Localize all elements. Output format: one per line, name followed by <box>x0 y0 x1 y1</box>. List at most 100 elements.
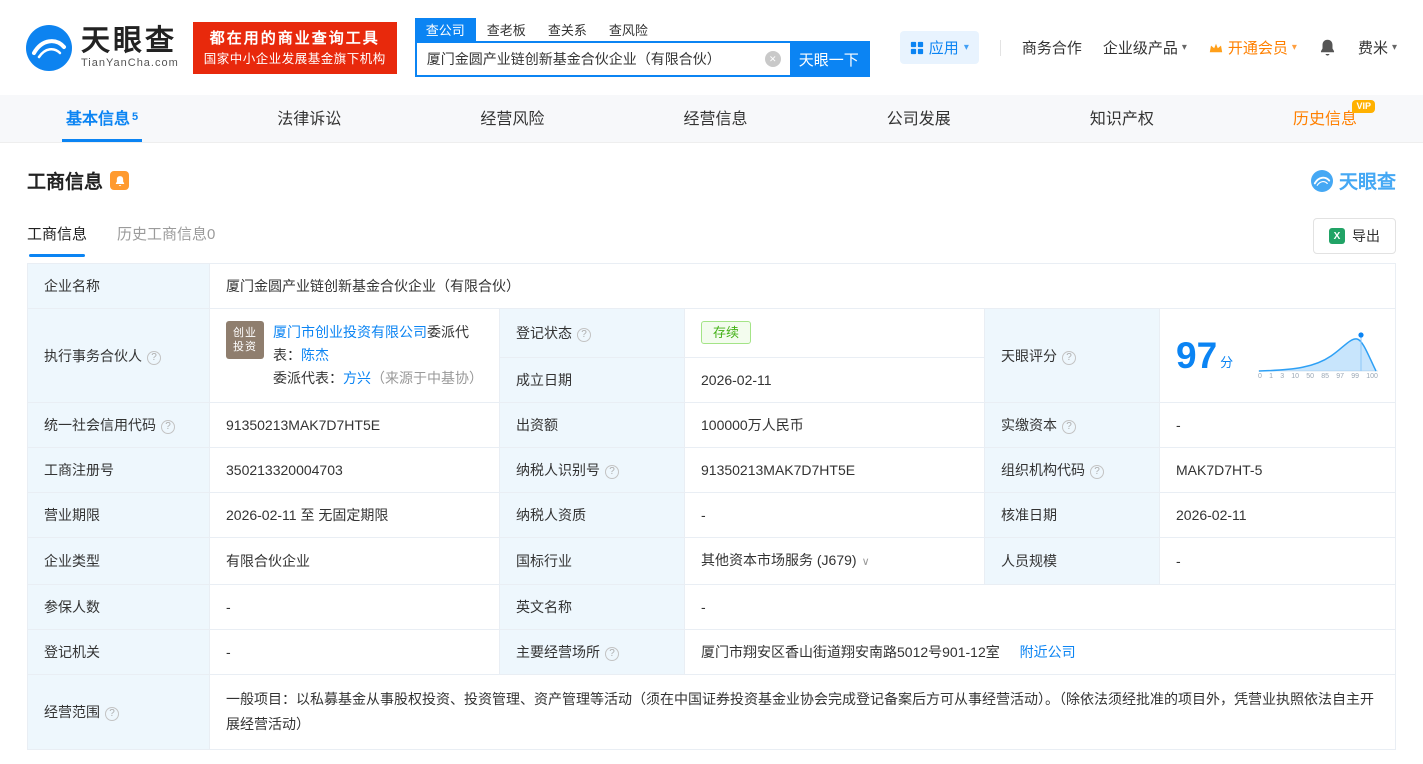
nav-item-user[interactable]: 费米 ▾ <box>1358 37 1397 58</box>
address-value: 厦门市翔安区香山街道翔安南路5012号901-12室 <box>701 644 1000 660</box>
subtab-history-label: 历史工商信息 <box>117 226 208 243</box>
export-label: 导出 <box>1352 228 1380 244</box>
subtab-business-info[interactable]: 工商信息 <box>27 223 87 257</box>
search-tab-boss[interactable]: 查老板 <box>476 18 537 41</box>
export-button[interactable]: X 导出 <box>1313 218 1396 254</box>
promo-banner-line2: 国家中小企业发展基金旗下机构 <box>203 51 386 66</box>
table-row: 企业类型 有限合伙企业 国标行业 其他资本市场服务 (J679) ∨ 人员规模 - <box>27 537 1396 585</box>
info-icon[interactable]: ? <box>147 350 161 365</box>
tab-label: 法律诉讼 <box>277 111 342 128</box>
search-tab-risk[interactable]: 查风险 <box>598 18 659 41</box>
partner-text: 厦门市创业投资有限公司委派代表：陈杰 委派代表：方兴（来源于中基协） <box>273 321 483 390</box>
score-label-cell: 天眼评分? <box>984 308 1160 403</box>
search-tab-relation[interactable]: 查关系 <box>537 18 598 41</box>
company-type-label: 企业类型 <box>27 537 210 585</box>
tab-label: 历史信息 <box>1292 111 1357 128</box>
tab-basic-info-label: 基本信息 <box>66 111 131 128</box>
monitor-bell-icon[interactable] <box>110 171 130 190</box>
info-icon[interactable]: ? <box>1062 350 1076 365</box>
reg-number-value: 350213320004703 <box>209 447 500 493</box>
paid-capital-label: 实缴资本 <box>1001 417 1057 433</box>
logo-text: 天眼查 TianYanCha.com <box>81 26 179 70</box>
nav-item-open-vip[interactable]: 开通会员 ▾ <box>1208 37 1297 58</box>
table-row: 统一社会信用代码? 91350213MAK7D7HT5E 出资额 100000万… <box>27 402 1396 448</box>
nav-item-enterprise[interactable]: 企业级产品 ▾ <box>1103 37 1187 58</box>
chevron-down-icon: ▾ <box>963 42 969 53</box>
company-name-value: 厦门金圆产业链创新基金合伙企业（有限合伙） <box>209 263 1396 309</box>
search-tab-company[interactable]: 查公司 <box>414 18 476 41</box>
capital-label: 出资额 <box>499 402 685 448</box>
establish-date-value: 2026-02-11 <box>684 356 985 404</box>
excel-icon: X <box>1329 228 1345 244</box>
company-type-value: 有限合伙企业 <box>209 537 500 585</box>
rep2-prefix: 委派代表： <box>273 370 343 386</box>
notification-bell-icon[interactable] <box>1318 38 1337 57</box>
search-input[interactable] <box>416 43 765 75</box>
search-button[interactable]: 天眼一下 <box>789 43 868 75</box>
reg-status-value-cell: 存续 <box>684 308 985 358</box>
promo-banner-line1: 都在用的商业查询工具 <box>209 29 380 47</box>
clear-search-icon[interactable]: ✕ <box>764 51 781 67</box>
nav-item-cooperation[interactable]: 商务合作 <box>1022 37 1082 58</box>
nav-divider <box>999 39 1001 56</box>
capital-value: 100000万人民币 <box>684 402 985 448</box>
chevron-down-icon[interactable]: ∨ <box>862 556 870 568</box>
subtab-history-count: 0 <box>207 226 216 243</box>
info-icon[interactable]: ? <box>1090 465 1104 479</box>
table-row: 工商注册号 350213320004703 纳税人识别号? 91350213MA… <box>27 447 1396 493</box>
reg-status-label-cell: 登记状态? <box>499 308 685 358</box>
nearby-companies-link[interactable]: 附近公司 <box>1020 644 1076 660</box>
partner-avatar: 创业 投资 <box>226 321 264 359</box>
status-badge: 存续 <box>701 321 752 345</box>
tab-operating-risk[interactable]: 经营风险 <box>476 95 548 142</box>
company-name-label: 企业名称 <box>27 263 210 309</box>
main-content: 工商信息 天眼查 工商信息 历史工商信息0 X 导出 企业名称 厦门金圆产业链创… <box>0 167 1423 764</box>
partner-rep2-link[interactable]: 方兴 <box>343 370 371 386</box>
search-tabs: 查公司 查老板 查关系 查风险 <box>414 18 870 41</box>
tab-intellectual-property[interactable]: 知识产权 <box>1086 95 1158 142</box>
staff-size-label: 人员规模 <box>984 537 1160 585</box>
address-label-cell: 主要经营场所? <box>499 629 685 675</box>
info-icon[interactable]: ? <box>105 707 119 721</box>
info-icon[interactable]: ? <box>605 647 619 661</box>
reg-number-label: 工商注册号 <box>27 447 210 493</box>
partner-company-link[interactable]: 厦门市创业投资有限公司 <box>273 324 427 340</box>
business-scope-label: 经营范围 <box>44 704 100 720</box>
chevron-down-icon: ▾ <box>1391 42 1397 53</box>
score-display: 97 分 0 1 3 10 50 85 97 99 100 <box>1176 331 1379 381</box>
score-chart: 0 1 3 10 50 85 97 99 100 <box>1257 331 1379 381</box>
table-row: 执行事务合伙人? 创业 投资 厦门市创业投资有限公司委派代表：陈杰 委派代表：方… <box>27 308 1396 403</box>
credit-code-label-cell: 统一社会信用代码? <box>27 402 210 448</box>
nav-cooperation-label: 商务合作 <box>1021 40 1082 57</box>
reg-status-label: 登记状态 <box>516 324 572 341</box>
subtab-history-business-info[interactable]: 历史工商信息0 <box>117 223 215 257</box>
partner-avatar-line1: 创业 <box>233 327 257 339</box>
nav-enterprise-label: 企业级产品 <box>1102 40 1178 57</box>
tab-operating-info[interactable]: 经营信息 <box>680 95 752 142</box>
company-section-tabs: 基本信息 5 法律诉讼 经营风险 经营信息 公司发展 知识产权 历史信息 VIP <box>0 95 1423 143</box>
search-area: 查公司 查老板 查关系 查风险 ✕ 天眼一下 <box>414 18 870 77</box>
business-scope-value: 一般项目：以私募基金从事股权投资、投资管理、资产管理等活动（须在中国证券投资基金… <box>209 674 1396 750</box>
tianyancha-logo[interactable]: 天眼查 TianYanCha.com <box>26 24 179 71</box>
tianyancha-watermark-icon <box>1310 169 1333 192</box>
info-icon[interactable]: ? <box>605 465 619 479</box>
tab-history-info[interactable]: 历史信息 VIP <box>1289 95 1375 142</box>
tab-company-development[interactable]: 公司发展 <box>883 95 955 142</box>
nav-user-label: 费米 <box>1357 40 1388 57</box>
reg-authority-value: - <box>209 629 500 675</box>
table-row: 经营范围? 一般项目：以私募基金从事股权投资、投资管理、资产管理等活动（须在中国… <box>27 674 1396 750</box>
tab-legal-proceedings[interactable]: 法律诉讼 <box>273 95 345 142</box>
score-curve-chart <box>1258 331 1378 372</box>
tab-basic-info[interactable]: 基本信息 5 <box>62 95 143 142</box>
taxpayer-quality-value: - <box>684 492 985 538</box>
partner-rep-link[interactable]: 陈杰 <box>301 347 329 363</box>
section-header: 工商信息 天眼查 <box>27 167 1396 194</box>
info-icon[interactable]: ? <box>577 327 591 342</box>
info-icon[interactable]: ? <box>161 420 175 434</box>
apps-menu-button[interactable]: 应用 ▾ <box>899 31 979 64</box>
table-row: 营业期限 2026-02-11 至 无固定期限 纳税人资质 - 核准日期 202… <box>27 492 1396 538</box>
apps-menu-label: 应用 <box>928 40 959 57</box>
chevron-down-icon: ▾ <box>1181 42 1187 53</box>
chevron-down-icon: ▾ <box>1291 42 1297 53</box>
info-icon[interactable]: ? <box>1062 420 1076 434</box>
